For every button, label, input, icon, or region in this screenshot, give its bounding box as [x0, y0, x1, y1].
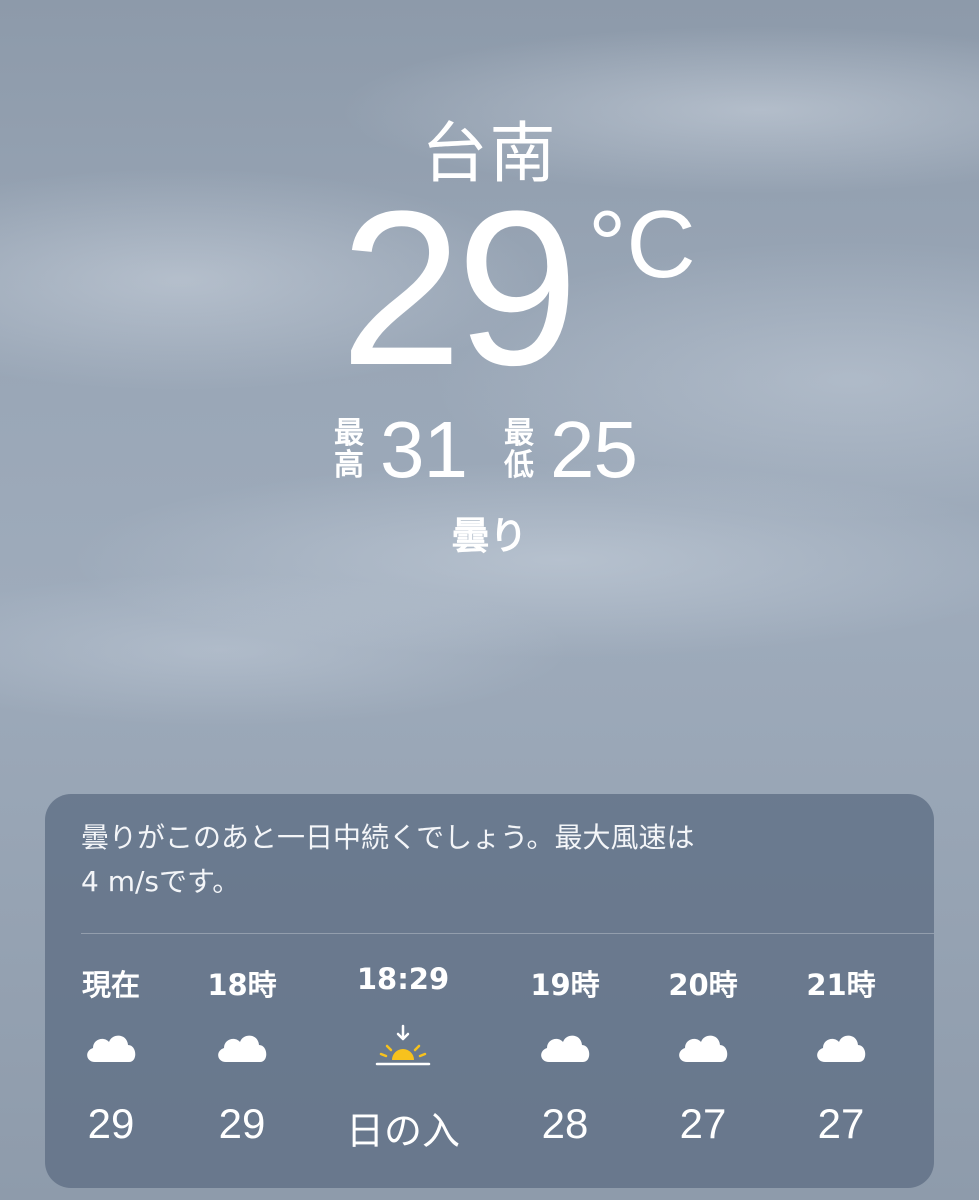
hour-label: 現在 [81, 968, 140, 1002]
hourly-item: 20時 27 [638, 954, 768, 1174]
hourly-forecast-card[interactable]: 曇りがこのあと一日中続くでしょう。最大風速は 4 m/sです。 現在 29 18… [45, 794, 934, 1188]
hour-temperature: 27 [679, 1100, 727, 1147]
current-weather-header: 台南 29 °C 最高 31 最低 25 曇り [0, 0, 979, 570]
hour-temperature: 29 [218, 1100, 266, 1147]
hour-temperature: 27 [817, 1100, 865, 1147]
forecast-summary: 曇りがこのあと一日中続くでしょう。最大風速は 4 m/sです。 [81, 816, 801, 904]
high-value: 31 [380, 405, 468, 494]
divider [81, 933, 934, 934]
forecast-summary-line-1: 曇りがこのあと一日中続くでしょう。最大風速は [81, 821, 695, 854]
weather-condition: 曇り [451, 514, 528, 558]
hourly-item: 19時 28 [500, 954, 630, 1174]
high-label: 最高 [334, 416, 364, 483]
sunset-icon [375, 1024, 431, 1066]
hour-label: 18時 [207, 968, 277, 1002]
current-temperature: 29 °C [340, 178, 696, 398]
hour-label: 19時 [530, 968, 600, 1002]
low-value: 25 [550, 405, 638, 494]
temperature-unit: °C [588, 191, 696, 298]
cloud-icon [87, 1035, 136, 1062]
cloud-icon [817, 1035, 866, 1062]
hour-temperature: 29 [87, 1100, 135, 1147]
hourly-item-sunset: 18:29 日の入 [338, 954, 468, 1174]
hour-label: 18:29 [356, 962, 450, 996]
hourly-item: 21時 27 [776, 954, 906, 1174]
hour-label: 21時 [806, 968, 876, 1002]
low-label: 最低 [504, 416, 534, 483]
forecast-summary-line-2: 4 m/sです。 [81, 865, 241, 898]
hourly-item: 18時 29 [177, 954, 307, 1174]
cloud-icon [679, 1035, 728, 1062]
hour-temperature: 28 [541, 1100, 589, 1147]
cloud-icon [541, 1035, 590, 1062]
sunset-label: 日の入 [345, 1109, 460, 1153]
temperature-value: 29 [340, 165, 579, 411]
hourly-item: 現在 29 [46, 954, 176, 1174]
cloud-icon [218, 1035, 267, 1062]
hour-label: 20時 [668, 968, 738, 1002]
